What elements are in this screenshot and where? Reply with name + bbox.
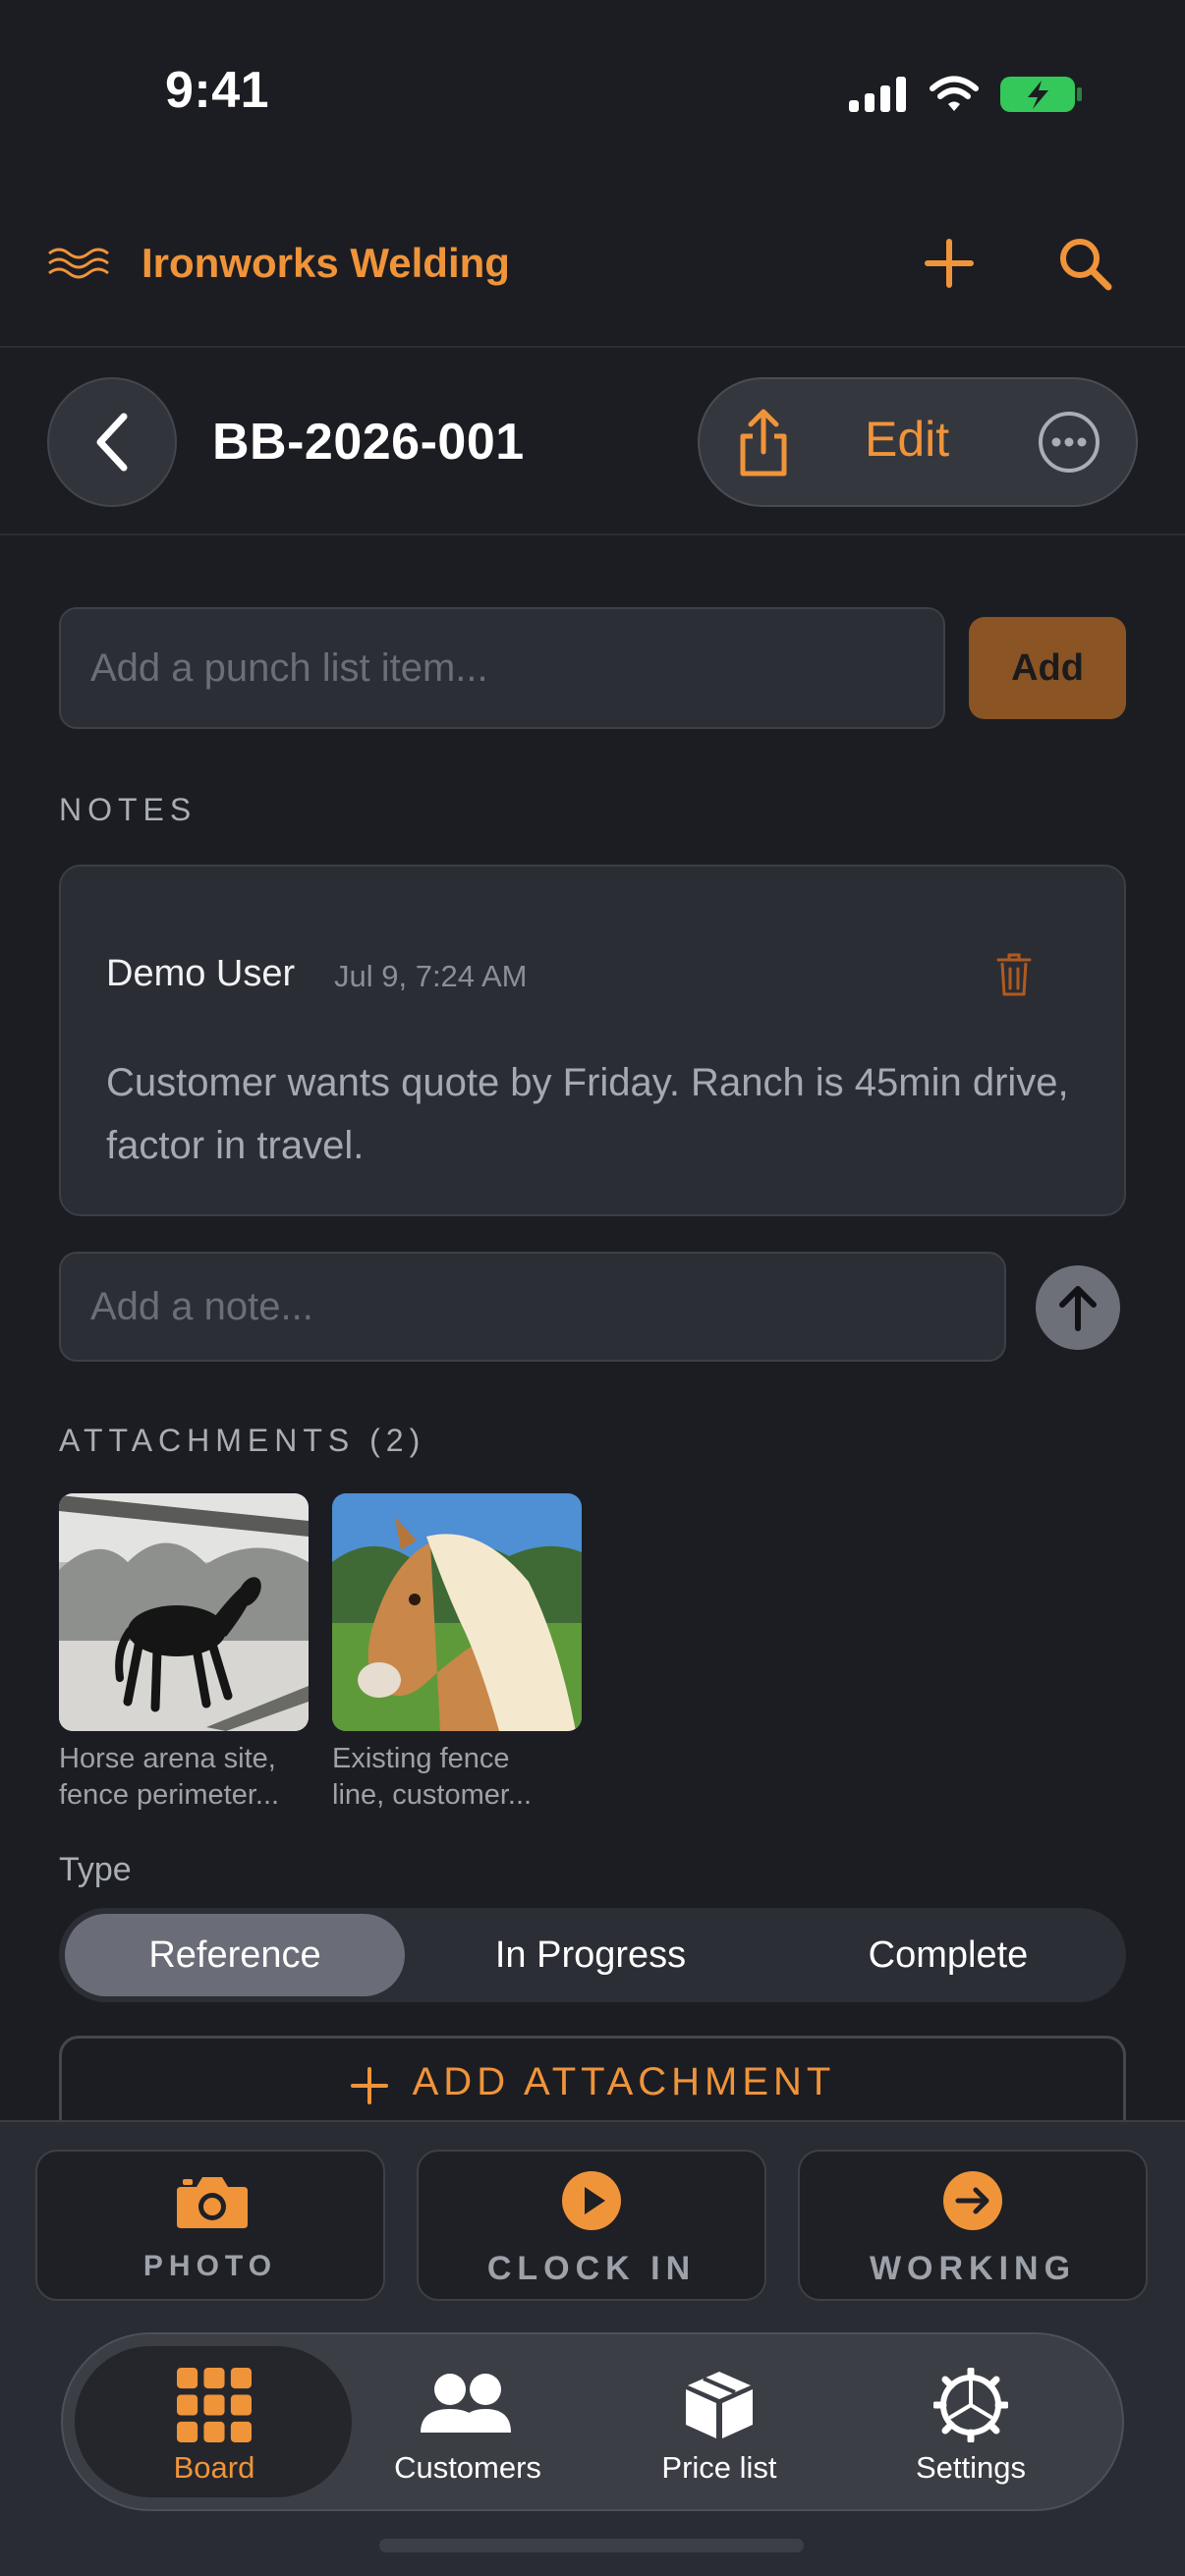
- photo-quick-label: PHOTO: [142, 2250, 278, 2282]
- attachment-caption-line: fence perimeter...: [59, 1779, 280, 1811]
- play-icon: [562, 2171, 621, 2230]
- wifi-icon: [930, 76, 979, 111]
- tab-price-list-label: Price list: [661, 2450, 777, 2485]
- type-label: Type: [59, 1851, 132, 1888]
- trash-icon[interactable]: [994, 951, 1034, 998]
- attachment-thumbnail-arena[interactable]: [59, 1493, 309, 1731]
- arrow-up-icon: [1059, 1286, 1097, 1331]
- more-options-icon[interactable]: [1038, 411, 1100, 474]
- punch-item-input[interactable]: Add a punch list item...: [59, 607, 945, 729]
- job-id-title: BB-2026-001: [212, 414, 525, 471]
- horse-portrait-photo: [332, 1493, 582, 1731]
- app-title: Ironworks Welding: [141, 240, 510, 286]
- edit-button[interactable]: Edit: [865, 411, 949, 468]
- horse-arena-photo: [59, 1493, 309, 1731]
- note-timestamp: Jul 9, 7:24 AM: [334, 959, 528, 993]
- add-punch-item-button[interactable]: Add: [969, 617, 1126, 719]
- attachment-thumbnail-fence[interactable]: [332, 1493, 582, 1731]
- arrow-right-icon: [943, 2171, 1002, 2230]
- status-time: 9:41: [165, 62, 270, 119]
- back-button[interactable]: [47, 377, 177, 507]
- gear-icon: [933, 2368, 1008, 2442]
- battery-icon: [1000, 77, 1082, 112]
- waves-logo-icon: [48, 248, 109, 279]
- chevron-left-icon: [96, 413, 128, 472]
- type-option-complete[interactable]: Complete: [776, 1914, 1120, 1996]
- nav-divider: [0, 533, 1185, 535]
- tab-settings-label: Settings: [915, 2450, 1026, 2485]
- tab-customers-label: Customers: [394, 2450, 541, 2485]
- notes-section-label: NOTES: [59, 792, 198, 827]
- note-input[interactable]: Add a note...: [59, 1252, 1006, 1362]
- note-author: Demo User: [106, 953, 296, 994]
- send-note-button[interactable]: [1036, 1265, 1120, 1350]
- attachments-section-label: ATTACHMENTS (2): [59, 1423, 426, 1458]
- attachment-caption-fence: Existing fence line, customer...: [332, 1741, 588, 1814]
- people-icon: [421, 2374, 511, 2433]
- attachment-caption-line: Existing fence: [332, 1743, 510, 1774]
- share-icon[interactable]: [727, 407, 800, 479]
- clock-in-quick-label: CLOCK IN: [486, 2250, 697, 2287]
- search-icon[interactable]: [1057, 236, 1112, 291]
- note-body: Customer wants quote by Friday. Ranch is…: [106, 1061, 1069, 1167]
- add-icon[interactable]: [924, 234, 975, 293]
- header-divider: [0, 346, 1185, 348]
- attachment-caption-line: Horse arena site,: [59, 1743, 276, 1774]
- camera-icon: [177, 2177, 248, 2228]
- grid-icon: [177, 2368, 252, 2442]
- type-option-reference[interactable]: Reference: [65, 1914, 405, 1996]
- signal-icon: [849, 77, 906, 112]
- attachment-caption-arena: Horse arena site, fence perimeter...: [59, 1741, 314, 1814]
- tab-board-label: Board: [173, 2450, 255, 2485]
- add-attachment-label: ADD ATTACHMENT: [412, 2060, 836, 2103]
- box-icon: [686, 2372, 753, 2438]
- type-option-in-progress[interactable]: In Progress: [413, 1914, 768, 1996]
- plus-icon: [350, 2067, 388, 2104]
- attachment-caption-line: line, customer...: [332, 1779, 533, 1811]
- status-icons: [849, 75, 1083, 114]
- working-quick-label: WORKING: [869, 2250, 1077, 2287]
- home-indicator: [379, 2539, 804, 2552]
